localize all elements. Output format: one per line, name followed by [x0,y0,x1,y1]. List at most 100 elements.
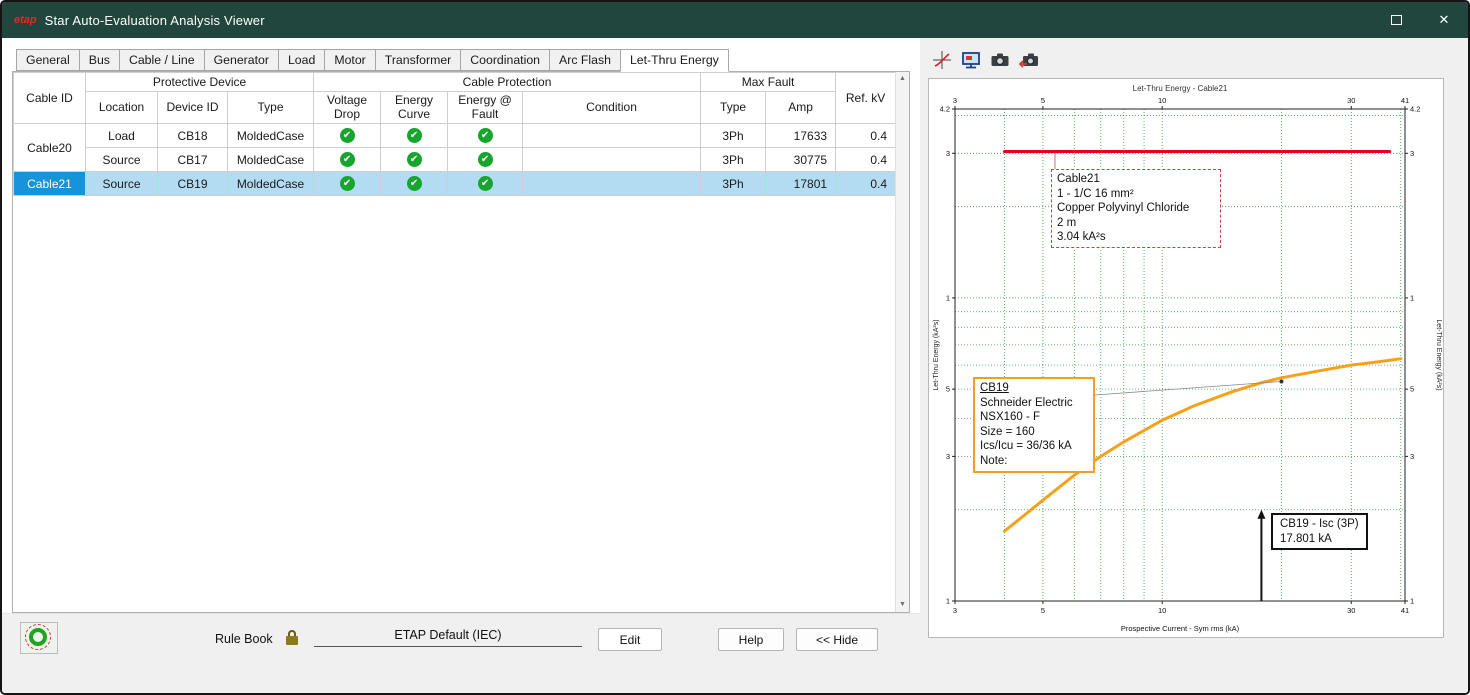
footer-bar: Rule Book ETAP Default (IEC) Edit Help <… [2,613,920,693]
curve-cursor-icon[interactable] [930,48,954,72]
header-condition: Condition [523,92,701,124]
svg-text:Let-Thru Energy (kA²s): Let-Thru Energy (kA²s) [933,319,940,390]
cell-amp: 17801 [766,172,836,196]
cable-annotation-line: Copper Polyvinyl Chloride [1057,201,1215,216]
scroll-down-icon[interactable]: ▼ [896,598,909,612]
svg-text:3: 3 [946,149,950,158]
cell-type: MoldedCase [228,124,314,148]
cell-condition [523,148,701,172]
etap-logo: etap [14,14,37,26]
window-title: Star Auto-Evaluation Analysis Viewer [45,13,265,28]
fault-annotation-line: CB19 - Isc (3P) [1280,517,1359,532]
svg-text:3: 3 [946,452,950,461]
edit-button[interactable]: Edit [598,628,662,651]
close-icon: ✕ [1439,12,1450,28]
cell-cable-id-selected[interactable]: Cable21 [14,172,86,196]
svg-text:1: 1 [1410,293,1414,302]
tab-cable-line[interactable]: Cable / Line [119,49,205,71]
tab-motor[interactable]: Motor [324,49,375,71]
svg-text:30: 30 [1347,606,1355,615]
header-cable-protection: Cable Protection [314,73,701,92]
cable-annotation-box[interactable]: Cable21 1 - 1/C 16 mm² Copper Polyvinyl … [1051,169,1221,248]
svg-text:3: 3 [1410,149,1414,158]
tab-load[interactable]: Load [278,49,325,71]
cell-type: MoldedCase [228,172,314,196]
svg-text:10: 10 [1158,96,1166,105]
svg-text:41: 41 [1401,606,1409,615]
camera-icon[interactable] [988,48,1012,72]
svg-text:41: 41 [1401,96,1409,105]
app-window: etap Star Auto-Evaluation Analysis Viewe… [0,0,1470,695]
cell-type: MoldedCase [228,148,314,172]
rule-book-field[interactable]: ETAP Default (IEC) [314,628,582,647]
svg-text:Let-Thru Energy - Cable21: Let-Thru Energy - Cable21 [1133,84,1228,93]
svg-text:10: 10 [1158,606,1166,615]
svg-text:1: 1 [946,597,950,606]
header-energy-fault: Energy @ Fault [448,92,523,124]
vertical-scrollbar[interactable]: ▲ ▼ [895,72,909,612]
cell-device-id: CB18 [158,124,228,148]
help-button[interactable]: Help [718,628,784,651]
svg-text:3: 3 [1410,452,1414,461]
header-type: Type [228,92,314,124]
svg-text:3: 3 [953,606,957,615]
cell-condition [523,172,701,196]
svg-text:5: 5 [1410,385,1414,394]
svg-text:1: 1 [946,293,950,302]
voltage-drop-pass-icon: ✔ [340,152,355,167]
tab-bus[interactable]: Bus [79,49,120,71]
display-icon[interactable] [959,48,983,72]
fault-annotation-line: 17.801 kA [1280,532,1359,547]
svg-text:4.2: 4.2 [1410,105,1420,114]
main-body: General Bus Cable / Line Generator Load … [2,38,1468,693]
tab-transformer[interactable]: Transformer [375,49,462,71]
energy-curve-pass-icon: ✔ [407,128,422,143]
tab-bar: General Bus Cable / Line Generator Load … [16,49,920,71]
header-amp: Amp [766,92,836,124]
svg-text:4.2: 4.2 [940,105,950,114]
tab-arc-flash[interactable]: Arc Flash [549,49,621,71]
camera-export-icon[interactable] [1017,48,1041,72]
cell-location: Source [86,172,158,196]
maximize-button[interactable] [1372,2,1420,38]
cell-location: Source [86,148,158,172]
lock-icon [286,630,298,645]
table-row-cable21-source[interactable]: Cable21 Source CB19 MoldedCase ✔ ✔ ✔ 3Ph… [14,172,896,196]
hide-button[interactable]: << Hide [796,628,878,651]
table-row-cable20-source[interactable]: Source CB17 MoldedCase ✔ ✔ ✔ 3Ph 30775 0… [14,148,896,172]
svg-text:5: 5 [946,385,950,394]
let-thru-energy-chart: 33551010303041414.24.23311553311Let-Thru… [928,78,1444,638]
header-device-id: Device ID [158,92,228,124]
cell-fault-type: 3Ph [701,124,766,148]
cell-ref-kv: 0.4 [836,148,896,172]
cable-annotation-line: 1 - 1/C 16 mm² [1057,187,1215,202]
title-bar: etap Star Auto-Evaluation Analysis Viewe… [2,2,1468,38]
tab-generator[interactable]: Generator [204,49,279,71]
energy-fault-pass-icon: ✔ [478,176,493,191]
maximize-icon [1391,15,1402,25]
header-max-fault: Max Fault [701,73,836,92]
rule-book-label: Rule Book [215,632,273,646]
header-fault-type: Type [701,92,766,124]
voltage-drop-pass-icon: ✔ [340,128,355,143]
chart-plot-area: 33551010303041414.24.23311553311Let-Thru… [929,79,1445,639]
scroll-up-icon[interactable]: ▲ [896,72,909,86]
device-annotation-box[interactable]: CB19 Schneider Electric NSX160 - F Size … [973,377,1095,473]
tab-coordination[interactable]: Coordination [460,49,550,71]
close-button[interactable]: ✕ [1420,2,1468,38]
tab-general[interactable]: General [16,49,80,71]
svg-text:Prospective Current - Sym rms: Prospective Current - Sym rms (kA) [1121,624,1240,633]
fault-annotation-box[interactable]: CB19 - Isc (3P) 17.801 kA [1271,513,1368,550]
device-annotation-line: CB19 [980,381,1088,396]
table-row-cable20-load[interactable]: Cable20 Load CB18 MoldedCase ✔ ✔ ✔ 3Ph 1… [14,124,896,148]
device-annotation-line: NSX160 - F [980,410,1088,425]
cell-location: Load [86,124,158,148]
cell-cable-id[interactable]: Cable20 [14,124,86,172]
plot-panel: 33551010303041414.24.23311553311Let-Thru… [920,38,1468,693]
header-cable-id: Cable ID [14,73,86,124]
cell-fault-type: 3Ph [701,148,766,172]
cell-amp: 30775 [766,148,836,172]
energy-fault-pass-icon: ✔ [478,128,493,143]
tab-let-thru-energy[interactable]: Let-Thru Energy [620,49,729,72]
etap-validation-logo-icon [20,622,58,654]
